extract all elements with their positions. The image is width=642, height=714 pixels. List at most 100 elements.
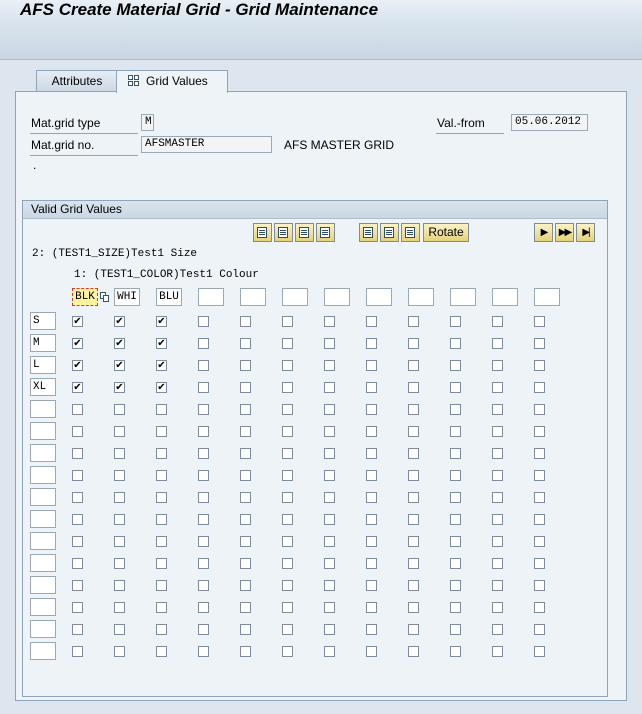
grid-checkbox[interactable] — [450, 558, 461, 569]
grid-checkbox[interactable] — [492, 404, 503, 415]
grid-checkbox[interactable] — [156, 558, 167, 569]
grid-checkbox[interactable] — [198, 558, 209, 569]
grid-checkbox[interactable]: ✔ — [114, 338, 125, 349]
grid-checkbox[interactable] — [534, 382, 545, 393]
grid-checkbox[interactable] — [240, 338, 251, 349]
grid-checkbox[interactable] — [324, 382, 335, 393]
grid-checkbox[interactable] — [324, 646, 335, 657]
grid-checkbox[interactable] — [240, 382, 251, 393]
grid-checkbox[interactable] — [156, 426, 167, 437]
grid-checkbox[interactable] — [240, 448, 251, 459]
grid-checkbox[interactable] — [450, 602, 461, 613]
grid-checkbox[interactable] — [114, 646, 125, 657]
row-header-cell[interactable] — [30, 466, 56, 484]
next-block-button[interactable]: ▶▶ — [555, 223, 574, 242]
grid-checkbox[interactable] — [324, 558, 335, 569]
grid-checkbox[interactable] — [156, 624, 167, 635]
grid-checkbox[interactable]: ✔ — [156, 316, 167, 327]
grid-checkbox[interactable] — [492, 316, 503, 327]
grid-checkbox[interactable] — [324, 316, 335, 327]
row-header-cell[interactable] — [30, 510, 56, 528]
grid-checkbox[interactable] — [72, 448, 83, 459]
grid-checkbox[interactable] — [408, 316, 419, 327]
paste-button[interactable] — [380, 223, 399, 242]
grid-checkbox[interactable] — [450, 470, 461, 481]
grid-checkbox[interactable] — [408, 646, 419, 657]
row-header-cell[interactable]: L — [30, 356, 56, 374]
grid-checkbox[interactable] — [492, 470, 503, 481]
row-header-cell[interactable] — [30, 532, 56, 550]
grid-checkbox[interactable] — [156, 602, 167, 613]
grid-checkbox[interactable] — [492, 624, 503, 635]
grid-checkbox[interactable] — [198, 404, 209, 415]
grid-checkbox[interactable] — [114, 602, 125, 613]
row-header-cell[interactable] — [30, 554, 56, 572]
grid-checkbox[interactable] — [450, 492, 461, 503]
grid-checkbox[interactable] — [282, 316, 293, 327]
grid-checkbox[interactable] — [72, 558, 83, 569]
grid-checkbox[interactable] — [534, 338, 545, 349]
grid-checkbox[interactable] — [534, 492, 545, 503]
grid-checkbox[interactable] — [198, 624, 209, 635]
grid-checkbox[interactable] — [408, 338, 419, 349]
grid-checkbox[interactable] — [450, 426, 461, 437]
column-header-cell[interactable] — [492, 288, 518, 306]
grid-checkbox[interactable] — [72, 580, 83, 591]
row-header-cell[interactable]: M — [30, 334, 56, 352]
grid-checkbox[interactable] — [366, 448, 377, 459]
grid-checkbox[interactable] — [534, 624, 545, 635]
grid-checkbox[interactable] — [114, 448, 125, 459]
grid-checkbox[interactable] — [282, 470, 293, 481]
grid-checkbox[interactable] — [534, 602, 545, 613]
grid-checkbox[interactable] — [324, 426, 335, 437]
grid-checkbox[interactable] — [408, 558, 419, 569]
grid-checkbox[interactable] — [408, 426, 419, 437]
column-header-cell[interactable] — [240, 288, 266, 306]
grid-checkbox[interactable] — [240, 492, 251, 503]
grid-checkbox[interactable] — [282, 646, 293, 657]
column-header-cell[interactable]: BLU — [156, 288, 182, 306]
select-all-button[interactable] — [253, 223, 272, 242]
grid-checkbox[interactable]: ✔ — [156, 382, 167, 393]
grid-checkbox[interactable] — [534, 426, 545, 437]
grid-checkbox[interactable] — [282, 624, 293, 635]
grid-checkbox[interactable] — [282, 382, 293, 393]
grid-checkbox[interactable] — [240, 426, 251, 437]
grid-checkbox[interactable] — [156, 470, 167, 481]
grid-checkbox[interactable] — [408, 624, 419, 635]
grid-checkbox[interactable] — [492, 338, 503, 349]
grid-checkbox[interactable] — [366, 514, 377, 525]
grid-checkbox[interactable] — [492, 536, 503, 547]
grid-checkbox[interactable] — [240, 646, 251, 657]
column-header-cell[interactable]: WHI — [114, 288, 140, 306]
grid-checkbox[interactable] — [408, 448, 419, 459]
grid-checkbox[interactable] — [72, 492, 83, 503]
grid-checkbox[interactable] — [408, 492, 419, 503]
row-header-cell[interactable] — [30, 400, 56, 418]
grid-checkbox[interactable] — [450, 382, 461, 393]
grid-checkbox[interactable] — [156, 404, 167, 415]
grid-checkbox[interactable] — [156, 536, 167, 547]
grid-checkbox[interactable] — [408, 382, 419, 393]
grid-checkbox[interactable] — [450, 580, 461, 591]
grid-checkbox[interactable]: ✔ — [114, 316, 125, 327]
column-header-cell[interactable] — [282, 288, 308, 306]
grid-checkbox[interactable] — [324, 492, 335, 503]
grid-checkbox[interactable] — [240, 360, 251, 371]
grid-checkbox[interactable] — [240, 404, 251, 415]
grid-checkbox[interactable] — [366, 536, 377, 547]
grid-checkbox[interactable] — [366, 316, 377, 327]
grid-checkbox[interactable] — [114, 580, 125, 591]
column-header-cell[interactable] — [408, 288, 434, 306]
grid-checkbox[interactable] — [114, 536, 125, 547]
grid-checkbox[interactable] — [324, 470, 335, 481]
grid-checkbox[interactable] — [156, 448, 167, 459]
grid-checkbox[interactable] — [366, 382, 377, 393]
tab-attributes[interactable]: Attributes — [36, 70, 118, 92]
grid-checkbox[interactable] — [324, 536, 335, 547]
grid-checkbox[interactable] — [534, 404, 545, 415]
grid-checkbox[interactable] — [366, 624, 377, 635]
grid-checkbox[interactable] — [450, 404, 461, 415]
row-header-cell[interactable]: S — [30, 312, 56, 330]
grid-checkbox[interactable]: ✔ — [72, 338, 83, 349]
